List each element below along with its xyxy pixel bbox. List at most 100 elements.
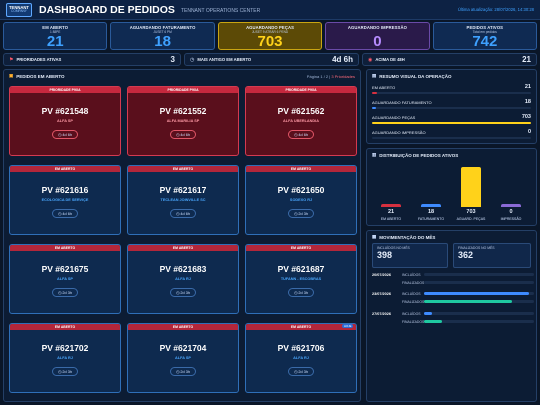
- movement-row: FINALIZADOS302: [372, 299, 540, 304]
- kpi-row: EM ABERTO 1 88PE 21 AGUARDANDO FATURAMENTO…: [3, 22, 538, 50]
- elapsed-time-badge: ◷ 2d 3h: [288, 209, 314, 218]
- order-number: PV #621702: [41, 343, 89, 353]
- order-card[interactable]: PRIORIDADE P9XA PV #621552 ALFA MARILIA SP…: [127, 86, 239, 156]
- warning-icon: ◉: [368, 56, 373, 63]
- order-card[interactable]: EM ABERTO PV #621683 ALFA RJ ◷ 2d 3h: [127, 244, 239, 314]
- movement-bar-fill: [424, 312, 432, 315]
- summary-bar: [372, 92, 531, 94]
- card-status-band: EM ABERTO: [128, 166, 238, 172]
- chart-category-label: FATURAMENTO: [417, 217, 445, 221]
- kpi-aguardando-pecas[interactable]: AGUARDANDO PEÇAS JUSET 9 ATRÁR 6 PEND 703: [217, 22, 323, 50]
- order-number: PV #621616: [41, 185, 89, 195]
- order-number: PV #621675: [41, 264, 89, 274]
- pagination[interactable]: Página 1 / 2 | 3 Prioridades: [307, 74, 355, 79]
- summary-value: 21: [524, 84, 531, 90]
- elapsed-time-badge: ◷ 2d 3h: [52, 288, 78, 297]
- elapsed-time-badge: ◷ 2d 3h: [288, 288, 314, 297]
- order-card[interactable]: EM ABERTO PV #621706 ALFA RJ ◷ 2d 3h: [245, 323, 357, 393]
- order-card[interactable]: EM ABERTO PV #621617 TECLEAN JOINVILLE SC ◷…: [127, 165, 239, 235]
- order-client: ALFA UBERLANDIA: [283, 119, 319, 123]
- order-card[interactable]: EM ABERTO PV #621687 TUFANN - ESCOBRAS ◷ 2d…: [245, 244, 357, 314]
- kpi-em-aberto[interactable]: EM ABERTO 1 88PE 21: [3, 22, 108, 50]
- order-number: PV #621552: [159, 106, 207, 116]
- order-client: ECOLOGICA DE SERVIÇE: [41, 198, 89, 202]
- summary-label: AGUARDANDO FATURAMENTO: [372, 99, 432, 105]
- movement-bar: [424, 320, 534, 323]
- order-number: PV #621562: [277, 106, 325, 116]
- order-card[interactable]: EM ABERTO PV #621702 ALFA RJ ◷ 2d 3h: [9, 323, 121, 393]
- order-client: ALFA MARILIA SP: [166, 119, 200, 123]
- summary-row: AGUARDANDO IMPRESSÃO 0: [367, 127, 536, 137]
- summary-bar-fill: [372, 107, 376, 109]
- movement-label: INCLUÍDOS: [402, 291, 421, 296]
- order-client: ALFA SP: [57, 119, 73, 123]
- stats-row: ⚑ PRIORIDADES ATIVAS 3 ◷ MAIS ANTIGO EM ABE…: [3, 53, 537, 66]
- clock-icon: ◷: [190, 56, 195, 63]
- order-client: ALFA RJ: [293, 356, 309, 360]
- card-status-band: EM ABERTO: [128, 245, 238, 251]
- chart-bar: [421, 204, 441, 207]
- order-card[interactable]: EM ABERTO PV #621675 ALFA SP ◷ 2d 3h: [9, 244, 121, 314]
- order-card[interactable]: EM ABERTO PV #621650 SODEXO RJ ◷ 2d 3h: [245, 165, 357, 235]
- movement-bar: [424, 292, 534, 295]
- summary-label: AGUARDANDO IMPRESSÃO: [372, 129, 426, 135]
- elapsed-time-badge: ◷ 2d 3h: [288, 367, 314, 376]
- movement-row: 20/07/2026INCLUÍDOS0: [372, 272, 540, 277]
- card-status-band: EM ABERTO: [246, 245, 356, 251]
- orders-panel: ▣ PEDIDOS EM ABERTO Página 1 / 2 | 3 Prior…: [3, 69, 361, 402]
- order-client: TECLEAN JOINVILLE SC: [160, 198, 206, 202]
- page-title: DASHBOARD DE PEDIDOS: [39, 3, 175, 16]
- order-client: SODEXO RJ: [289, 198, 313, 202]
- header: TENNANT COMPANY DASHBOARD DE PEDIDOS TENN…: [0, 0, 540, 20]
- order-client: ALFA SP: [175, 356, 191, 360]
- movement-bar-fill: [424, 320, 442, 323]
- movement-row: HOJEFINALIZADOS60: [342, 319, 540, 328]
- movement-label: INCLUÍDOS: [402, 311, 421, 316]
- movement-bar-fill: [424, 292, 529, 295]
- movement-label: INCLUÍDOS: [402, 272, 421, 277]
- orders-title: PEDIDOS EM ABERTO: [16, 73, 65, 79]
- card-status-band: EM ABERTO: [128, 324, 238, 330]
- order-client: TUFANN - ESCOBRAS: [280, 277, 322, 281]
- order-client: ALFA RJ: [175, 277, 191, 281]
- chart-bar: [461, 167, 481, 207]
- company-logo: TENNANT COMPANY: [6, 2, 32, 17]
- order-card[interactable]: PRIORIDADE P9XA PV #621548 ALFA SP ◷ 4d 6h: [9, 86, 121, 156]
- chart-icon: ▤: [372, 73, 377, 78]
- summary-panel: ▤ RESUMO VISUAL DA OPERAÇÃO EM ABERTO 21 AG…: [366, 69, 537, 144]
- summary-bar: [372, 122, 531, 124]
- chart-category-label: AGUARD. PEÇAS: [456, 217, 486, 221]
- movement-bar: [424, 300, 534, 303]
- movement-bar-fill: [424, 300, 512, 303]
- month-included: INCLUÍDOS NO MÊS 398: [372, 243, 448, 268]
- movement-bar: [424, 281, 534, 284]
- elapsed-time-badge: ◷ 4d 6h: [52, 209, 78, 218]
- movement-label: FINALIZADOS: [402, 319, 425, 324]
- summary-row: AGUARDANDO PEÇAS 703: [367, 112, 536, 122]
- elapsed-time-badge: ◷ 4d 6h: [170, 209, 196, 218]
- chart-value-label: 21: [387, 209, 395, 215]
- kpi-aguardando-impressao[interactable]: AGUARDANDO IMPRESSÃO 0: [325, 22, 430, 50]
- summary-bar-fill: [372, 92, 377, 94]
- chart-value-label: 18: [427, 209, 435, 215]
- distribution-chart: 21 EM ABERTO 18 FATURAMENTO 703 AGUARD. PEÇAS…: [373, 163, 528, 221]
- kpi-pedidos-ativos[interactable]: PEDIDOS ATIVOS Total em pedidos 742: [432, 22, 538, 50]
- summary-value: 703: [521, 114, 531, 120]
- chart-category-label: EM ABERTO: [380, 217, 402, 221]
- order-client: ALFA RJ: [57, 356, 73, 360]
- card-status-band: PRIORIDADE P9XA: [128, 87, 238, 93]
- alert-icon: ⚑: [9, 56, 14, 63]
- chart-category-label: IMPRESSÃO: [500, 217, 522, 221]
- card-status-band: PRIORIDADE P9XA: [246, 87, 356, 93]
- elapsed-time-badge: ◷ 4d 6h: [52, 130, 78, 139]
- movement-date: 20/07/2026: [372, 272, 392, 277]
- order-card[interactable]: EM ABERTO PV #621704 ALFA SP ◷ 2d 3h: [127, 323, 239, 393]
- card-status-band: EM ABERTO: [10, 324, 120, 330]
- calendar-icon: ▦: [372, 234, 377, 239]
- order-card[interactable]: EM ABERTO PV #621616 ECOLOGICA DE SERVIÇE ◷…: [9, 165, 121, 235]
- movement-panel: ▦ MOVIMENTAÇÃO DO MÊS INCLUÍDOS NO MÊS 398…: [342, 230, 540, 402]
- stat-prioridades: ⚑ PRIORIDADES ATIVAS 3: [3, 53, 181, 66]
- movement-bar: [424, 312, 534, 315]
- order-card[interactable]: PRIORIDADE P9XA PV #621562 ALFA UBERLANDIA…: [245, 86, 357, 156]
- kpi-aguardando-faturamento[interactable]: AGUARDANDO FATURAMENTO JUSET 6 PM 18: [110, 22, 215, 50]
